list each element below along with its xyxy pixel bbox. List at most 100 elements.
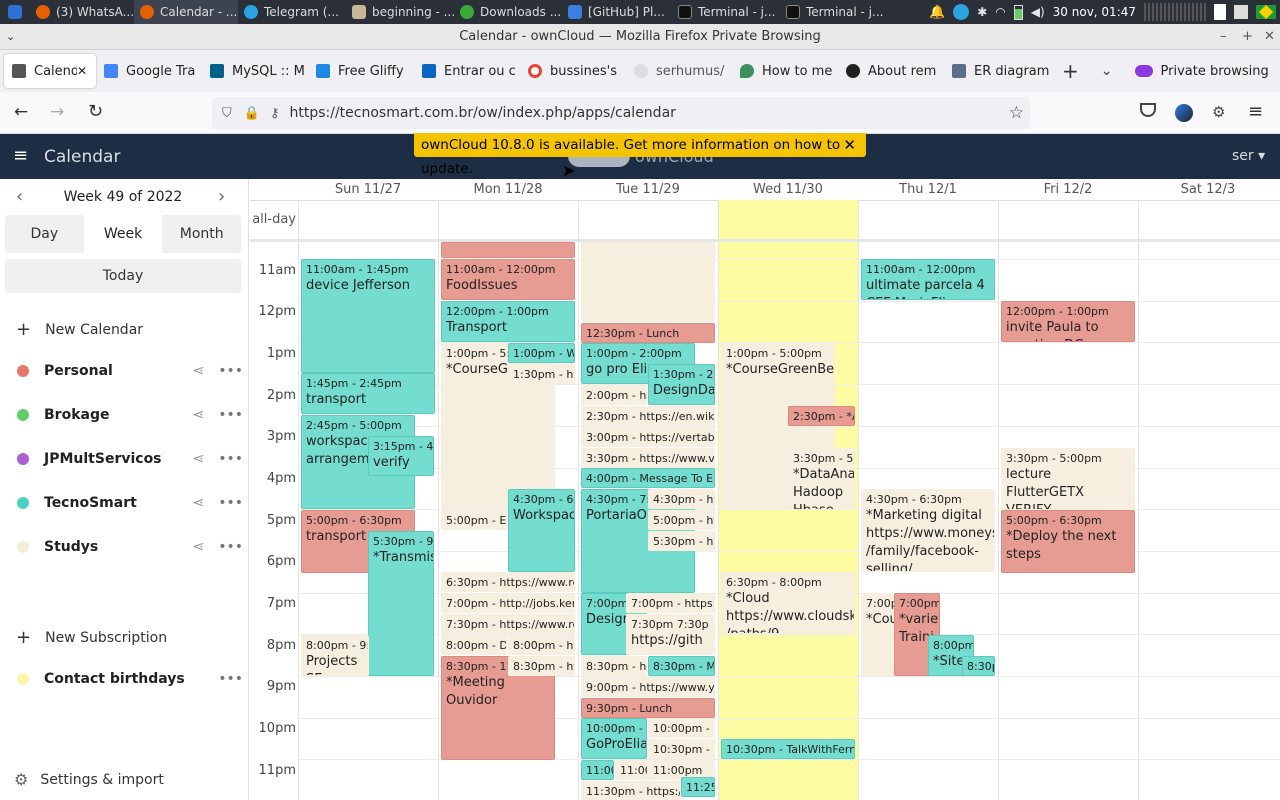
close-banner-icon[interactable]: ✕ [843,133,856,157]
forward-button[interactable]: → [50,102,64,122]
calendar-item-personal[interactable]: Personal ⋖ ••• [17,363,243,379]
event[interactable]: 4:30pm - 6:3Workspace [508,489,575,572]
taskbar-task-calendar[interactable]: Calendar - ... [134,0,238,24]
more-icon[interactable]: ••• [218,539,243,555]
event[interactable]: 6:30pm - 8:00pm *Cloud https://www.clouds… [721,572,855,634]
window-menu-icon[interactable]: ⌄ [6,24,15,50]
event[interactable]: 3:30pm - 5:0*DataAnal Hadoop Hbase [788,448,855,510]
clipboard-icon[interactable] [1214,4,1226,20]
day-header-sun[interactable]: Sun 11/27 [298,179,438,200]
pocket-icon[interactable] [1140,103,1156,117]
event[interactable]: 10:30pm - ht [648,739,715,759]
event[interactable]: 3:30pm - https://www.ver [581,448,715,468]
close-tab-icon[interactable]: ✕ [77,64,87,78]
close-window-button[interactable]: ✕ [1264,24,1275,50]
wifi-icon[interactable]: ◠ [995,5,1005,19]
week-label[interactable]: Week 49 of 2022 [0,189,246,205]
share-icon[interactable]: ⋖ [192,451,204,467]
shield-icon[interactable]: ⛉ [222,106,232,121]
new-subscription-button[interactable]: + New Subscription [16,627,167,648]
event[interactable]: 3:15pm - 4:1verify [368,436,434,476]
jpmultservicos-color-dot[interactable] [17,453,29,465]
share-icon[interactable]: ⋖ [192,407,204,423]
event[interactable]: 9:30pm - Lunch [581,698,715,718]
event[interactable]: 1:30pm - 2:3DesignDat [648,364,715,405]
taskbar-task-downloads[interactable]: Downloads ... [454,0,562,24]
user-menu[interactable]: ser ▾ [1232,148,1265,164]
event[interactable]: 8:00pm - 9:0Projects SE [301,635,369,676]
event[interactable]: 11:00am - 1:45pm device Jefferson [301,259,435,373]
taskbar-task-beginning[interactable]: beginning - ... [346,0,454,24]
event[interactable]: 7:00pm - http://jobs.keno [441,593,575,613]
event[interactable]: 8:30p [962,656,995,676]
day-header-tue[interactable]: Tue 11/29 [578,179,718,200]
day-header-thu[interactable]: Thu 12/1 [858,179,998,200]
event[interactable] [581,242,715,322]
tab-google-translate[interactable]: Google Tra [96,54,202,88]
event[interactable]: 12:00pm - 1:00pminvite Paula to meeting … [1001,301,1135,342]
event[interactable]: 12:00pm - 1:00pm Transport [441,301,575,342]
share-icon[interactable]: ⋖ [192,495,204,511]
calendar-item-brokage[interactable]: Brokage ⋖ ••• [17,407,243,423]
new-calendar-button[interactable]: + New Calendar [16,319,143,340]
settings-import-button[interactable]: ⚙ Settings & import [14,770,164,789]
event[interactable]: 3:30pm - 5:00pmlecture FlutterGETX VERIF… [1001,448,1135,510]
day-header-wed[interactable]: Wed 11/30 [718,179,858,200]
tab-how-to[interactable]: How to me [732,54,838,88]
back-button[interactable]: ← [14,102,28,122]
telegram-tray-icon[interactable] [953,4,970,20]
calendar-item-birthdays[interactable]: Contact birthdays ••• [17,671,243,687]
event[interactable]: 11:00 [615,760,648,780]
clock[interactable]: 30 nov, 01:47 [1053,5,1136,19]
tab-serhumus[interactable]: serhumus/ [626,54,732,88]
studys-color-dot[interactable] [17,541,29,553]
event[interactable]: 7:30pm - https://www.red [441,614,575,634]
tab-linkedin[interactable]: Entrar ou c [414,54,520,88]
next-week-button[interactable]: › [218,186,225,207]
day-header-mon[interactable]: Mon 11/28 [438,179,578,200]
event[interactable]: 5:30pm - htt [648,531,715,551]
key-icon[interactable]: ⚷ [270,106,280,121]
event[interactable]: 10:00pm - ht [648,718,715,738]
url-bar[interactable]: ⛉ 🔒 ⚷ https://tecnosmart.com.br/ow/index… [212,97,1030,129]
app-menu-button[interactable]: ≡ [1248,101,1263,122]
brokage-color-dot[interactable] [17,409,29,421]
minimize-button[interactable]: – [1220,24,1227,50]
event[interactable]: 9:00pm - https://www.you [581,677,715,697]
tecnosmart-color-dot[interactable] [17,497,29,509]
view-month-button[interactable]: Month [162,215,241,253]
event[interactable]: 8:30pm - htt [581,656,647,676]
event[interactable]: 7:30pm 7:30p https://gith [626,614,715,655]
event[interactable]: 10:00pm - 11GoProElias [581,718,647,759]
taskbar-task-telegram[interactable]: Telegram (... [238,0,346,24]
event[interactable]: 5:00pm - Ext [441,510,507,530]
today-button[interactable]: Today [5,259,241,293]
view-week-button[interactable]: Week [83,215,163,253]
taskbar-task-github[interactable]: [GitHub] Pl... [562,0,672,24]
event[interactable]: 8:30pm - Me [648,656,715,676]
view-day-button[interactable]: Day [5,215,84,253]
event[interactable]: 1:45pm - 2:45pm transport [301,373,435,414]
event[interactable]: 4:30pm - htt [648,489,715,509]
extensions-icon[interactable]: ⚙ [1212,103,1225,121]
calendar-item-tecnosmart[interactable]: TecnoSmart ⋖ ••• [17,495,243,511]
day-header-sat[interactable]: Sat 12/3 [1138,179,1278,200]
event[interactable]: 2:30pm - https://en.wikip [581,406,715,426]
event[interactable]: 11:30pm - https://c [581,781,681,800]
event[interactable]: 4:00pm - Message To Elia [581,468,715,488]
personal-color-dot[interactable] [17,365,29,377]
volume-icon[interactable]: ◀) [1031,5,1045,19]
event[interactable]: 2:30pm - *Aa [788,406,855,426]
tab-about[interactable]: About rem [838,54,944,88]
list-tabs-icon[interactable]: ⌄ [1101,63,1113,79]
taskbar-task-whatsapp[interactable]: (3) WhatsA... [30,0,134,24]
reload-button[interactable]: ↻ [88,101,103,122]
event[interactable]: 8:00pm - htt [508,635,575,655]
more-icon[interactable]: ••• [218,671,243,687]
taskbar-task-terminal-2[interactable]: Terminal - j... [780,0,888,24]
tab-google[interactable]: bussines's [520,54,626,88]
more-icon[interactable]: ••• [218,363,243,379]
hamburger-menu-icon[interactable]: ≡ [13,145,28,166]
event[interactable]: 5:00pm - htt [648,510,715,530]
update-banner[interactable]: ownCloud 10.8.0 is available. Get more i… [414,133,866,177]
